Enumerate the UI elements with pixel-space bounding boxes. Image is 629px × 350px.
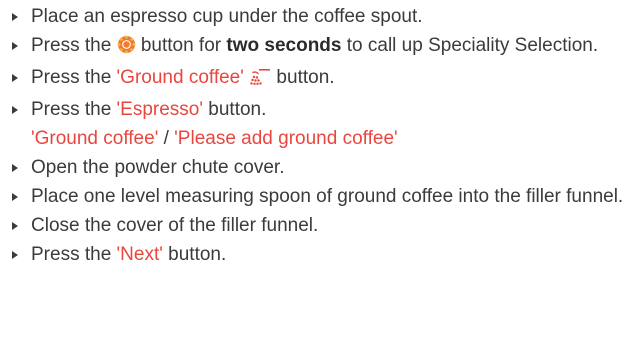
bullet-icon [12, 31, 24, 60]
step-5: Open the powder chute cover. [0, 153, 629, 182]
step-8: Press the 'Next' button. [0, 240, 629, 269]
instruction-document: Place an espresso cup under the coffee s… [0, 0, 629, 350]
step-4-espresso-label: 'Espresso' [116, 99, 204, 120]
step-8-pre: Press the [31, 244, 117, 265]
step-2-bold: two seconds [226, 35, 342, 56]
step-8-next-label: 'Next' [116, 244, 163, 265]
step-3: Press the 'Ground coffee' button. [0, 63, 629, 95]
step-1: Place an espresso cup under the coffee s… [0, 2, 629, 31]
ground-coffee-icon [249, 66, 271, 95]
instruction-steps: Place an espresso cup under the coffee s… [0, 2, 629, 269]
step-2-post: to call up Speciality Selection. [341, 35, 599, 56]
bullet-icon [12, 95, 24, 124]
step-8-post: button. [162, 244, 227, 265]
step-2-pre: Press the [31, 35, 117, 56]
step-2-mid: button for [135, 35, 227, 56]
step-6-text: Place one level measuring spoon of groun… [31, 186, 624, 207]
step-7: Close the cover of the filler funnel. [0, 211, 629, 240]
display-message-line: 'Ground coffee' / 'Please add ground cof… [31, 124, 629, 153]
gear-icon [117, 34, 136, 63]
bullet-icon [12, 153, 24, 182]
step-2: Press the button for two seconds to call… [0, 31, 629, 63]
bullet-icon [12, 63, 24, 92]
bullet-icon [12, 2, 24, 31]
display-message-add-ground-coffee: 'Please add ground coffee' [174, 128, 398, 149]
display-message-ground-coffee: 'Ground coffee' [31, 128, 159, 149]
bullet-icon [12, 182, 24, 211]
step-4-post: button. [203, 99, 267, 120]
step-3-ground-coffee-label: 'Ground coffee' [116, 67, 244, 88]
bullet-icon [12, 211, 24, 240]
step-4: Press the 'Espresso' button. 'Ground cof… [0, 95, 629, 153]
step-7-text: Close the cover of the filler funnel. [31, 215, 319, 236]
step-3-pre: Press the [31, 67, 117, 88]
display-message-separator: / [158, 128, 175, 149]
step-3-post: button. [271, 67, 335, 88]
bullet-icon [12, 240, 24, 269]
step-1-text: Place an espresso cup under the coffee s… [31, 6, 423, 27]
step-4-pre: Press the [31, 99, 117, 120]
step-5-text: Open the powder chute cover. [31, 157, 285, 178]
step-6: Place one level measuring spoon of groun… [0, 182, 629, 211]
